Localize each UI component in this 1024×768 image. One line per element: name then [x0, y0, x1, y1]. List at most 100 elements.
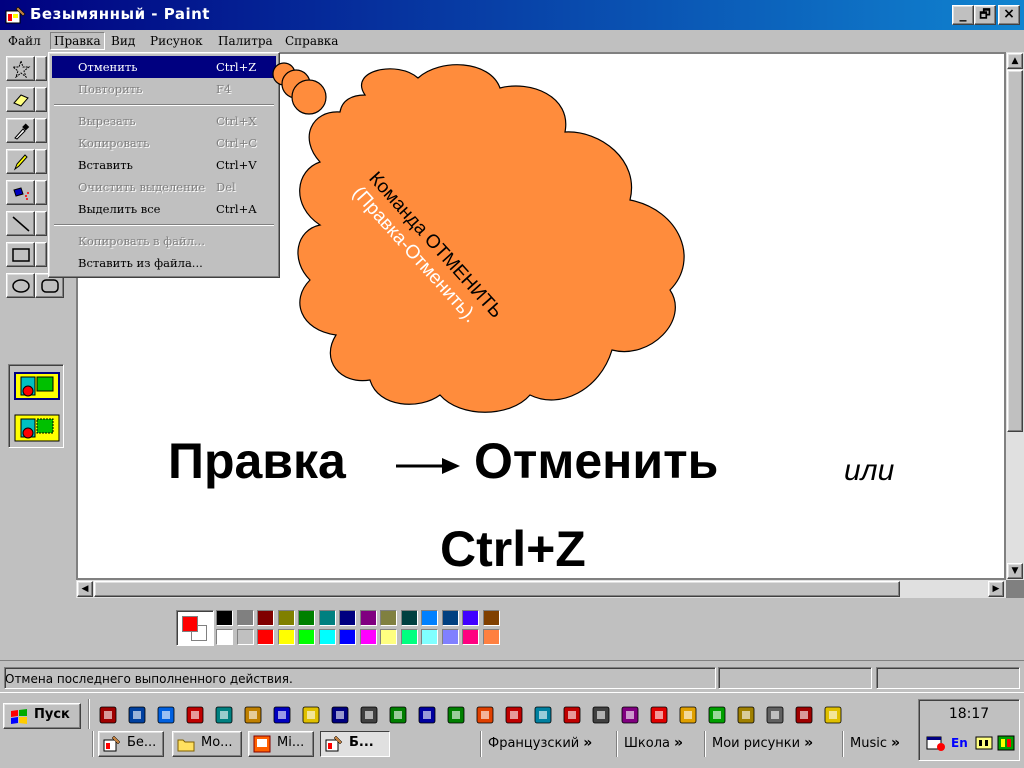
- palette-swatch[interactable]: [380, 629, 397, 645]
- palette-swatch[interactable]: [441, 610, 459, 626]
- palette-swatch[interactable]: [257, 610, 274, 626]
- folder-icon[interactable]: [301, 705, 321, 725]
- clock[interactable]: 18:17: [919, 706, 1019, 722]
- keyboard-icon[interactable]: [975, 734, 993, 752]
- menu-view[interactable]: Вид: [108, 32, 138, 50]
- pencil-tool[interactable]: [6, 149, 35, 174]
- polygon-tool[interactable]: [35, 242, 47, 267]
- palette-swatch[interactable]: [277, 610, 295, 626]
- start-button[interactable]: Пуск: [3, 703, 81, 729]
- puzzle-icon[interactable]: [707, 705, 727, 725]
- speaker-icon[interactable]: [794, 705, 814, 725]
- cd-icon[interactable]: [243, 705, 263, 725]
- tiles-icon[interactable]: [823, 705, 843, 725]
- eraser-tool[interactable]: [6, 87, 35, 112]
- language-indicator[interactable]: En: [951, 736, 968, 750]
- scroll-right-button[interactable]: ▶: [988, 581, 1004, 597]
- paint-app-icon[interactable]: [5, 5, 27, 25]
- palette-swatch[interactable]: [216, 629, 233, 645]
- star-icon[interactable]: [272, 705, 292, 725]
- palette-swatch[interactable]: [400, 629, 418, 645]
- menu-image[interactable]: Рисунок: [147, 32, 206, 50]
- horizontal-scroll-thumb[interactable]: [94, 581, 900, 597]
- media-icon[interactable]: [997, 734, 1015, 752]
- menu-file[interactable]: Файл: [5, 32, 44, 50]
- menu-help[interactable]: Справка: [282, 32, 341, 50]
- powerpoint-icon[interactable]: [475, 705, 495, 725]
- opaque-option[interactable]: [13, 371, 61, 401]
- menu-palette[interactable]: Палитра: [215, 32, 276, 50]
- task-button-paint[interactable]: Б...: [320, 731, 390, 757]
- palette-swatch[interactable]: [441, 629, 459, 645]
- desktop-icon[interactable]: [127, 705, 147, 725]
- rect-select-tool[interactable]: [35, 56, 47, 81]
- palette-swatch[interactable]: [298, 610, 315, 626]
- horizontal-scrollbar[interactable]: ◀ ▶: [76, 580, 1006, 598]
- palette-swatch[interactable]: [359, 610, 377, 626]
- scroll-down-button[interactable]: ▼: [1007, 563, 1023, 579]
- scheduler-icon[interactable]: [925, 734, 947, 752]
- palette-swatch[interactable]: [462, 610, 479, 626]
- bug-icon[interactable]: [98, 705, 118, 725]
- close-button[interactable]: ×: [998, 5, 1020, 25]
- toolbar-folder-music[interactable]: Music»: [844, 731, 900, 757]
- zoom-tool[interactable]: [35, 118, 47, 143]
- transparent-option[interactable]: [13, 413, 61, 443]
- toolbar-folder-my-pictures[interactable]: Мои рисунки»: [706, 731, 813, 757]
- palette-swatch[interactable]: [462, 629, 479, 645]
- toolbar-folder-french[interactable]: Французский»: [482, 731, 592, 757]
- chart-icon[interactable]: [765, 705, 785, 725]
- palette-swatch[interactable]: [380, 610, 397, 626]
- scroll-up-button[interactable]: ▲: [1007, 53, 1023, 69]
- phone-book-icon[interactable]: [620, 705, 640, 725]
- current-colors[interactable]: [176, 610, 214, 646]
- minimize-button[interactable]: _: [952, 5, 974, 25]
- save-icon[interactable]: [330, 705, 350, 725]
- ie-icon[interactable]: [156, 705, 176, 725]
- palette-swatch[interactable]: [298, 629, 315, 645]
- palette-swatch[interactable]: [318, 610, 336, 626]
- eyedropper-tool[interactable]: [6, 118, 35, 143]
- palette-swatch[interactable]: [318, 629, 336, 645]
- maximize-button[interactable]: 🗗: [974, 5, 996, 25]
- text-tool[interactable]: [35, 180, 47, 205]
- tv-icon[interactable]: [533, 705, 553, 725]
- curve-tool[interactable]: [35, 211, 47, 236]
- palette-swatch[interactable]: [421, 610, 438, 626]
- brush-tool[interactable]: [35, 149, 47, 174]
- palette-swatch[interactable]: [482, 610, 500, 626]
- excel-icon[interactable]: [446, 705, 466, 725]
- palette-swatch[interactable]: [421, 629, 438, 645]
- toolbar-folder-school[interactable]: Школа»: [618, 731, 683, 757]
- opera-icon[interactable]: [185, 705, 205, 725]
- fill-tool[interactable]: [35, 87, 47, 112]
- palette-swatch[interactable]: [216, 610, 233, 626]
- red-disk-icon[interactable]: [649, 705, 669, 725]
- menu-edit[interactable]: Правка: [50, 32, 105, 50]
- task-button-powerpoint[interactable]: Mi...: [248, 731, 314, 757]
- vertical-scrollbar[interactable]: ▲ ▼: [1006, 52, 1024, 580]
- paint-icon[interactable]: [504, 705, 524, 725]
- paint-icon[interactable]: [214, 705, 234, 725]
- calc-icon[interactable]: [359, 705, 379, 725]
- airbrush-tool[interactable]: [6, 180, 35, 205]
- palette-swatch[interactable]: [277, 629, 295, 645]
- palette-swatch[interactable]: [400, 610, 418, 626]
- palette-swatch[interactable]: [257, 629, 274, 645]
- palette-swatch[interactable]: [339, 629, 356, 645]
- palette-swatch[interactable]: [236, 610, 254, 626]
- palette-swatch[interactable]: [339, 610, 356, 626]
- palette-swatch[interactable]: [359, 629, 377, 645]
- free-select-tool[interactable]: [6, 56, 35, 81]
- word-icon[interactable]: [417, 705, 437, 725]
- phone-icon[interactable]: [562, 705, 582, 725]
- camera-icon[interactable]: [591, 705, 611, 725]
- game-icon[interactable]: [736, 705, 756, 725]
- colors-icon[interactable]: [678, 705, 698, 725]
- ellipse-tool[interactable]: [6, 273, 35, 298]
- vertical-scroll-thumb[interactable]: [1007, 70, 1023, 432]
- palette-swatch[interactable]: [236, 629, 254, 645]
- foreground-color-swatch[interactable]: [182, 616, 198, 632]
- tree-icon[interactable]: [388, 705, 408, 725]
- palette-swatch[interactable]: [482, 629, 500, 645]
